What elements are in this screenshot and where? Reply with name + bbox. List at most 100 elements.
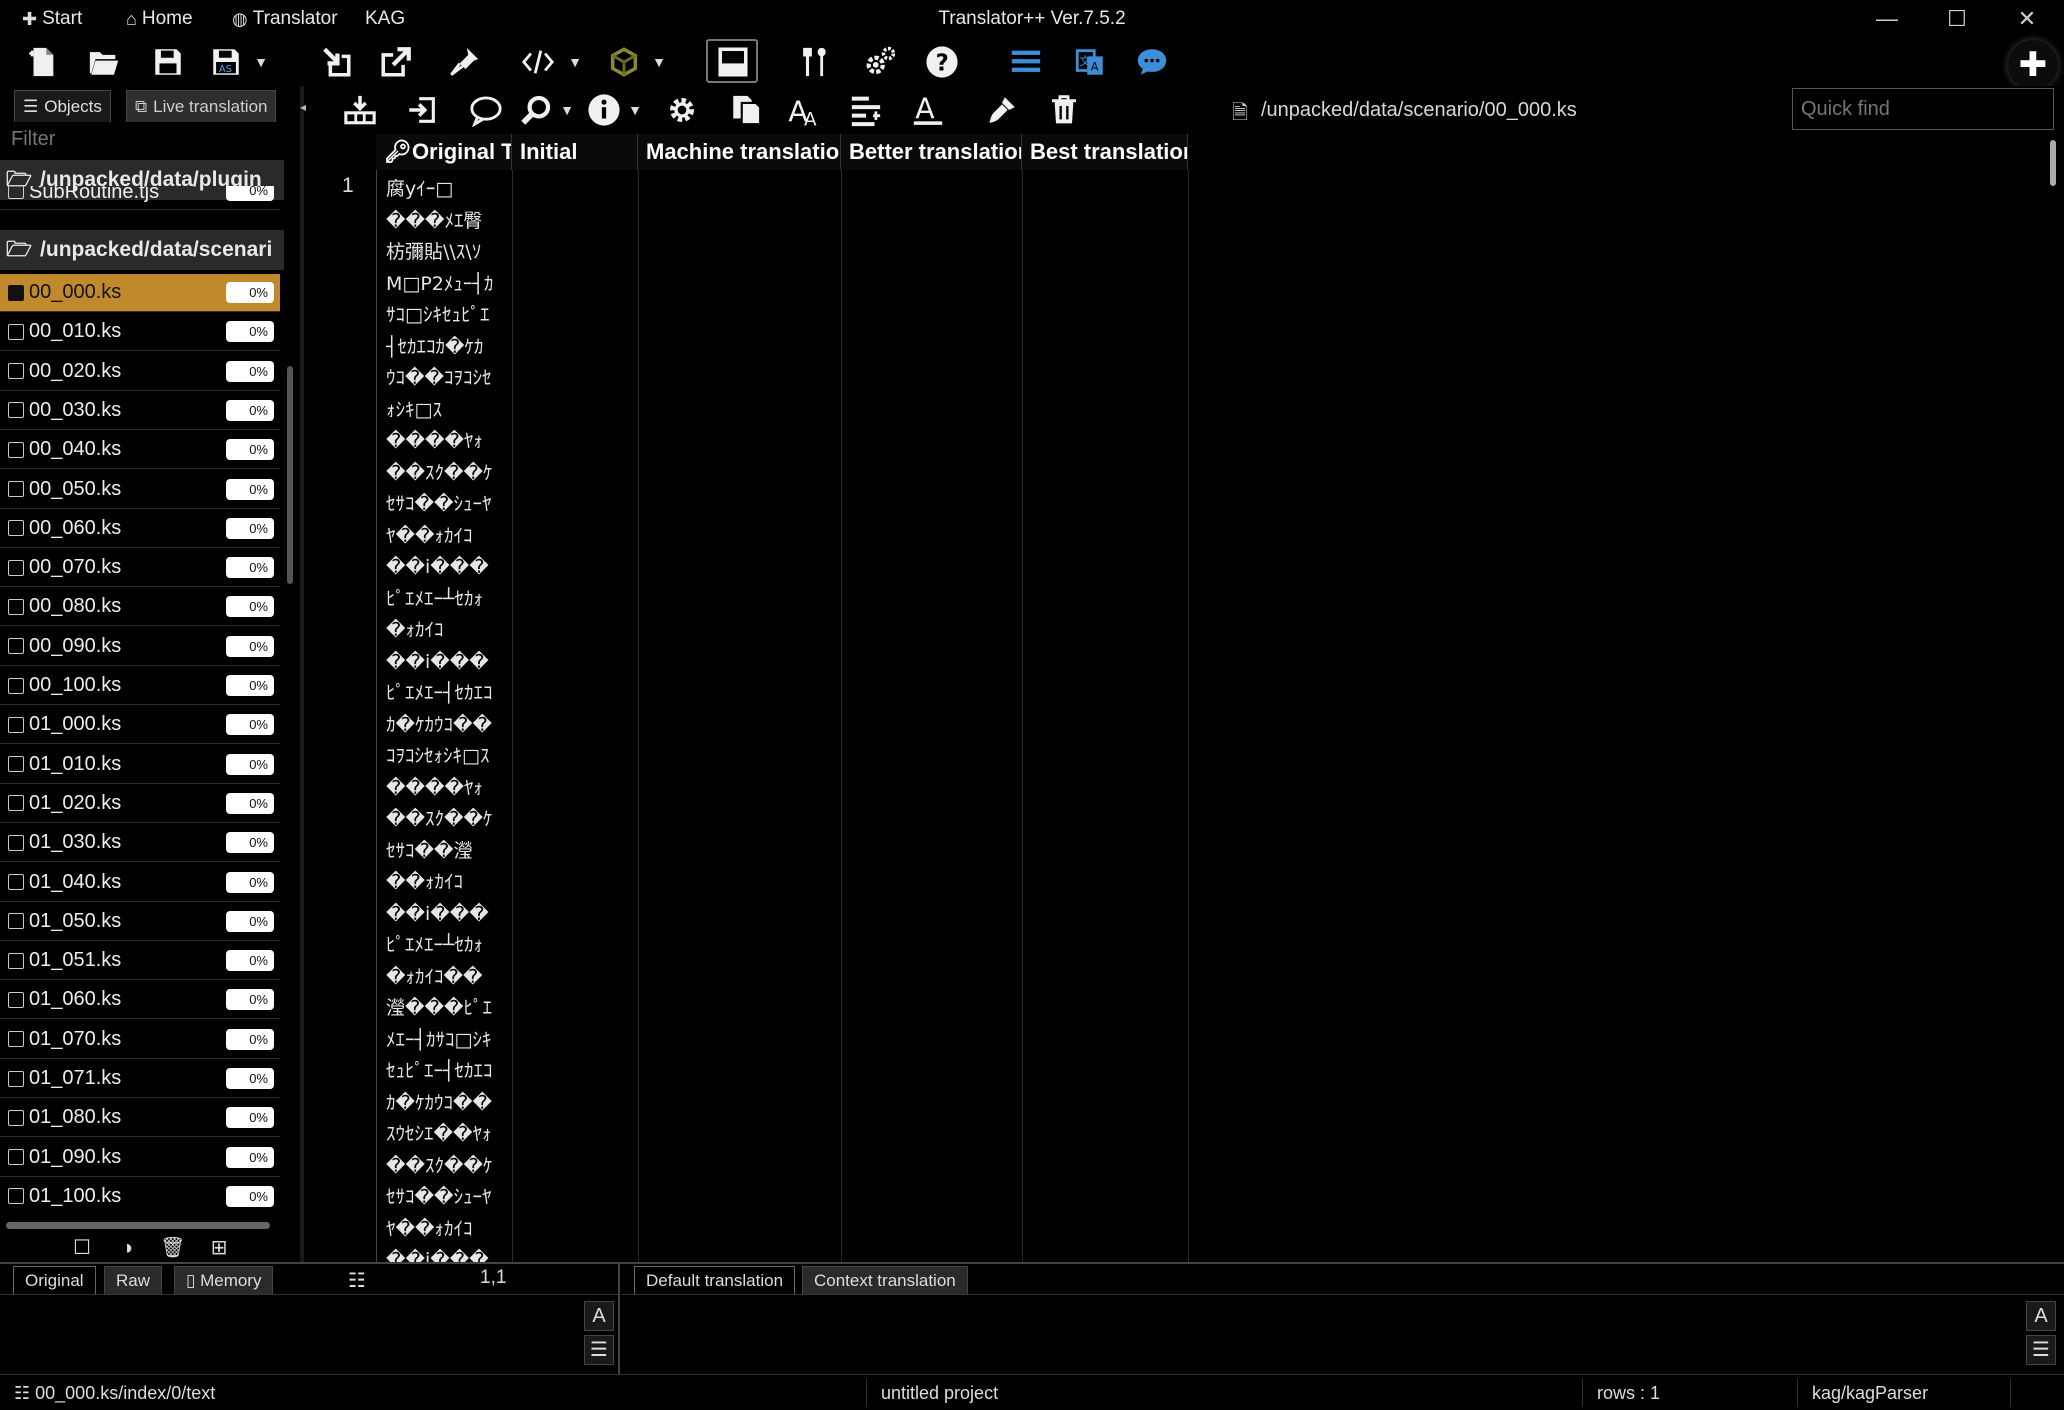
column-initial[interactable]: Initial — [512, 134, 638, 170]
menu-translator[interactable]: ◍ Translator — [232, 6, 338, 32]
wrap-text-icon[interactable] — [846, 90, 886, 130]
export-icon[interactable] — [376, 42, 416, 82]
code-icon[interactable] — [518, 42, 558, 82]
file-checkbox[interactable] — [8, 441, 24, 458]
row-number[interactable]: 1 — [342, 174, 354, 198]
file-checkbox[interactable] — [8, 677, 24, 694]
file-checkbox[interactable] — [8, 186, 24, 199]
chevron-down-icon[interactable]: ▼ — [252, 42, 270, 82]
list-item[interactable]: 01_030.ks 0% — [0, 824, 280, 863]
folder-scenario[interactable]: 🗁 /unpacked/data/scenari — [0, 230, 284, 270]
file-checkbox[interactable] — [8, 913, 24, 930]
wrap-text-icon[interactable]: ☰ — [584, 1335, 614, 1365]
menu-kag[interactable]: KAG — [365, 6, 405, 32]
file-checkbox[interactable] — [8, 1188, 24, 1205]
list-item[interactable]: 00_070.ks 0% — [0, 549, 280, 588]
grid-vertical-scrollbar[interactable] — [2050, 140, 2056, 186]
invert-selection-icon[interactable]: ◑ — [115, 1236, 139, 1260]
add-plus-icon[interactable]: ✚ — [2008, 40, 2058, 90]
open-folder-icon[interactable] — [84, 42, 124, 82]
file-checkbox[interactable] — [8, 756, 24, 773]
save-as-icon[interactable]: AS — [206, 42, 246, 82]
import-icon[interactable] — [316, 42, 356, 82]
column-better-translation[interactable]: Better translation — [841, 134, 1022, 170]
list-item[interactable]: 01_071.ks 0% — [0, 1060, 280, 1098]
tab-live-translation[interactable]: ⧉ Live translation — [126, 90, 277, 122]
save-icon[interactable] — [148, 42, 188, 82]
file-checkbox[interactable] — [8, 323, 24, 340]
copy-icon[interactable] — [726, 90, 766, 130]
filter-input[interactable] — [0, 122, 300, 156]
font-underline-icon[interactable]: A — [908, 90, 948, 130]
file-checkbox[interactable] — [8, 1031, 24, 1048]
file-checkbox[interactable] — [8, 1070, 24, 1087]
translation-text-editor[interactable]: A ☰ — [622, 1294, 2064, 1372]
file-checkbox[interactable] — [8, 284, 24, 301]
list-item[interactable]: 01_050.ks 0% — [0, 903, 280, 941]
trash-icon[interactable]: 🗑 — [160, 1236, 185, 1260]
list-item[interactable]: 00_050.ks 0% — [0, 471, 280, 509]
file-checkbox[interactable] — [8, 559, 24, 576]
file-checkbox[interactable] — [8, 402, 24, 419]
list-item[interactable]: 00_100.ks 0% — [0, 667, 280, 705]
original-text-cell[interactable]: 腐yｲｰ□ ���ﾒｴ臀 枋彌貼\\ｽ\ｿ M□P2ﾒｭｰ┤ｶ ｻｺ□ｼｷｾｭﾋ… — [386, 174, 516, 1262]
column-original[interactable]: 🔑︎Original Tex — [376, 134, 512, 170]
menu-start[interactable]: ✚ Start — [22, 6, 82, 32]
list-item[interactable]: 00_000.ks 0% — [0, 274, 280, 312]
font-size-icon[interactable]: A — [2026, 1301, 2056, 1331]
maximize-icon[interactable]: ☐ — [1922, 0, 1992, 37]
column-best-translation[interactable]: Best translation — [1022, 134, 1188, 170]
chevron-down-icon[interactable]: ▼ — [566, 42, 584, 82]
wrap-text-icon[interactable]: ☰ — [2026, 1335, 2056, 1365]
search-icon[interactable] — [516, 90, 556, 130]
trash-icon[interactable] — [1044, 90, 1084, 130]
file-checkbox[interactable] — [8, 991, 24, 1008]
select-none-icon[interactable]: ☐ — [70, 1236, 94, 1260]
list-item[interactable]: 01_000.ks 0% — [0, 706, 280, 745]
file-checkbox[interactable] — [8, 1149, 24, 1166]
list-item[interactable]: 00_090.ks 0% — [0, 628, 280, 666]
list-item[interactable]: 01_020.ks 0% — [0, 785, 280, 823]
list-item[interactable]: 01_040.ks 0% — [0, 864, 280, 902]
brush-icon[interactable] — [982, 90, 1022, 130]
file-checkbox[interactable] — [8, 638, 24, 655]
column-machine-translation[interactable]: Machine translation — [638, 134, 841, 170]
tab-default-translation[interactable]: Default translation — [634, 1266, 796, 1294]
menu-home[interactable]: ⌂ Home — [126, 6, 193, 32]
collapse-left-icon[interactable]: ◂ — [300, 100, 310, 120]
list-item[interactable]: 00_020.ks 0% — [0, 353, 280, 391]
translate-icon[interactable]: 文A — [1070, 42, 1110, 82]
tab-raw[interactable]: Raw — [104, 1266, 163, 1294]
font-size-icon[interactable]: AA — [784, 90, 824, 130]
list-item[interactable]: 00_040.ks 0% — [0, 431, 280, 470]
help-icon[interactable]: ? — [922, 42, 962, 82]
tree-vertical-scrollbar[interactable] — [287, 366, 293, 584]
chevron-down-icon[interactable]: ▼ — [558, 90, 576, 130]
cube-icon[interactable] — [604, 42, 644, 82]
file-checkbox[interactable] — [8, 795, 24, 812]
file-checkbox[interactable] — [8, 481, 24, 497]
tab-memory[interactable]: ▯ Memory — [174, 1266, 274, 1294]
list-item[interactable]: 00_030.ks 0% — [0, 392, 280, 430]
original-text-editor[interactable]: A ☰ — [0, 1294, 620, 1372]
tools-icon[interactable] — [796, 42, 836, 82]
info-icon[interactable] — [584, 90, 624, 130]
file-checkbox[interactable] — [8, 952, 24, 969]
tree-horizontal-scrollbar[interactable] — [6, 1222, 270, 1229]
file-checkbox[interactable] — [8, 1109, 24, 1126]
bottom-panel-divider[interactable] — [618, 1264, 620, 1374]
list-item[interactable]: 00_060.ks 0% — [0, 510, 280, 548]
chevron-down-icon[interactable]: ▼ — [650, 42, 668, 82]
quick-find-input[interactable] — [1792, 88, 2054, 130]
list-item[interactable]: 01_070.ks 0% — [0, 1021, 280, 1059]
list-icon[interactable]: ☷ — [348, 1268, 366, 1293]
file-checkbox[interactable] — [8, 598, 24, 615]
font-size-icon[interactable]: A — [584, 1301, 614, 1331]
add-file-icon[interactable]: ⊞ — [207, 1236, 231, 1260]
list-item[interactable]: 00_080.ks 0% — [0, 588, 280, 627]
close-icon[interactable]: ✕ — [1992, 0, 2062, 37]
list-item[interactable]: 01_100.ks 0% — [0, 1178, 280, 1212]
chevron-down-icon[interactable]: ▼ — [626, 90, 644, 130]
insert-row-icon[interactable] — [340, 90, 380, 130]
file-checkbox[interactable] — [8, 834, 24, 851]
